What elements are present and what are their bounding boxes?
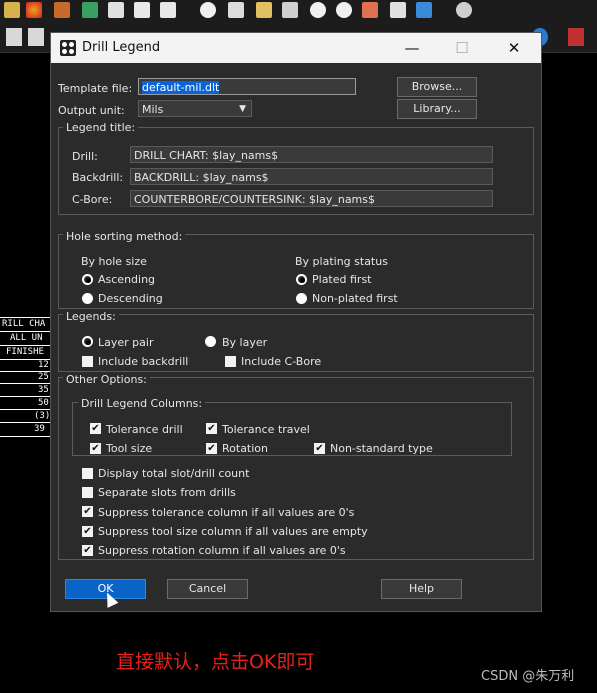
chart-cell: 50 — [38, 398, 49, 408]
ascending-label[interactable]: Ascending — [98, 273, 155, 286]
cancel-button[interactable]: Cancel — [167, 579, 248, 599]
toolbar-icon[interactable] — [26, 2, 42, 18]
toolbar-icon[interactable] — [456, 2, 472, 18]
drill-title-label: Drill: — [72, 150, 98, 163]
toolbar-icon[interactable] — [28, 28, 44, 46]
toolbar-icon[interactable] — [82, 2, 98, 18]
by-layer-label[interactable]: By layer — [222, 336, 267, 349]
by-plating-label: By plating status — [295, 255, 388, 268]
toolbar-icon[interactable] — [200, 2, 216, 18]
suppress-tolerance-checkbox[interactable]: ✔ — [82, 506, 93, 517]
legends-group-label: Legends: — [63, 310, 119, 323]
rotation-checkbox[interactable]: ✔ — [206, 443, 217, 454]
toolbar-icon[interactable] — [416, 2, 432, 18]
nonstandard-type-checkbox[interactable]: ✔ — [314, 443, 325, 454]
plated-first-radio[interactable] — [296, 274, 307, 285]
include-cbore-checkbox[interactable] — [225, 356, 236, 367]
tolerance-drill-label[interactable]: Tolerance drill — [106, 423, 183, 436]
app-toolbar — [0, 0, 597, 22]
tool-size-label[interactable]: Tool size — [106, 442, 152, 455]
legend-title-group-label: Legend title: — [63, 121, 139, 134]
chart-cell: 12 — [38, 360, 49, 370]
tolerance-travel-label[interactable]: Tolerance travel — [222, 423, 310, 436]
include-backdrill-label[interactable]: Include backdrill — [98, 355, 188, 368]
display-total-checkbox[interactable] — [82, 468, 93, 479]
minimize-button[interactable]: — — [389, 33, 435, 63]
template-file-label: Template file: — [58, 82, 133, 95]
chart-cell: 39 — [34, 424, 45, 434]
include-backdrill-checkbox[interactable] — [82, 356, 93, 367]
suppress-tool-size-checkbox[interactable]: ✔ — [82, 526, 93, 537]
chart-cell: 35 — [38, 385, 49, 395]
tool-size-checkbox[interactable]: ✔ — [90, 443, 101, 454]
browse-button[interactable]: Browse... — [397, 77, 477, 97]
toolbar-icon[interactable] — [160, 2, 176, 18]
descending-radio[interactable] — [82, 293, 93, 304]
toolbar-icon[interactable] — [568, 28, 584, 46]
output-unit-label: Output unit: — [58, 104, 125, 117]
backdrill-title-field[interactable]: BACKDRILL: $lay_nams$ — [130, 168, 493, 185]
chart-cell: (3) — [34, 411, 51, 421]
library-button[interactable]: Library... — [397, 99, 477, 119]
toolbar-icon[interactable] — [54, 2, 70, 18]
toolbar-icon[interactable] — [134, 2, 150, 18]
backdrill-title-label: Backdrill: — [72, 171, 124, 184]
other-options-group-label: Other Options: — [63, 373, 150, 386]
chart-cell: 25 — [38, 372, 49, 382]
drill-legend-icon — [60, 40, 76, 56]
chevron-down-icon: ▼ — [239, 104, 246, 114]
output-unit-select[interactable]: Mils ▼ — [138, 100, 252, 117]
ascending-radio[interactable] — [82, 274, 93, 285]
layer-pair-radio[interactable] — [82, 336, 93, 347]
by-layer-radio[interactable] — [205, 336, 216, 347]
include-cbore-label[interactable]: Include C-Bore — [241, 355, 321, 368]
toolbar-icon[interactable] — [228, 2, 244, 18]
nonstandard-type-label[interactable]: Non-standard type — [330, 442, 433, 455]
separate-slots-checkbox[interactable] — [82, 487, 93, 498]
cbore-title-field[interactable]: COUNTERBORE/COUNTERSINK: $lay_nams$ — [130, 190, 493, 207]
nonplated-first-radio[interactable] — [296, 293, 307, 304]
template-file-value: default-mil.dlt — [142, 81, 220, 94]
dialog-title: Drill Legend — [82, 40, 161, 55]
instruction-caption: 直接默认，点击OK即可 — [116, 651, 315, 673]
chart-cell: FINISHE — [6, 347, 44, 357]
hole-sorting-group-label: Hole sorting method: — [63, 230, 186, 243]
suppress-tool-size-label[interactable]: Suppress tool size column if all values … — [98, 525, 368, 538]
toolbar-icon[interactable] — [282, 2, 298, 18]
display-total-label[interactable]: Display total slot/drill count — [98, 467, 249, 480]
toolbar-icon[interactable] — [390, 2, 406, 18]
by-hole-size-label: By hole size — [81, 255, 147, 268]
template-file-field[interactable]: default-mil.dlt — [138, 78, 356, 95]
suppress-tolerance-label[interactable]: Suppress tolerance column if all values … — [98, 506, 354, 519]
toolbar-icon[interactable] — [6, 28, 22, 46]
dialog-titlebar[interactable]: Drill Legend — ☐ ✕ — [51, 33, 541, 63]
toolbar-icon[interactable] — [108, 2, 124, 18]
drill-legend-dialog: Drill Legend — ☐ ✕ Template file: defaul… — [51, 33, 541, 611]
descending-label[interactable]: Descending — [98, 292, 163, 305]
tolerance-drill-checkbox[interactable]: ✔ — [90, 423, 101, 434]
tolerance-travel-checkbox[interactable]: ✔ — [206, 423, 217, 434]
rotation-label[interactable]: Rotation — [222, 442, 268, 455]
nonplated-first-label[interactable]: Non-plated first — [312, 292, 398, 305]
suppress-rotation-label[interactable]: Suppress rotation column if all values a… — [98, 544, 346, 557]
drill-legend-columns-label: Drill Legend Columns: — [78, 397, 206, 410]
toolbar-icon[interactable] — [336, 2, 352, 18]
plated-first-label[interactable]: Plated first — [312, 273, 372, 286]
chart-cell: ALL UN — [10, 333, 43, 343]
separate-slots-label[interactable]: Separate slots from drills — [98, 486, 236, 499]
cbore-title-label: C-Bore: — [72, 193, 113, 206]
maximize-button[interactable]: ☐ — [439, 33, 485, 63]
watermark: CSDN @朱万利 — [481, 669, 575, 684]
help-button[interactable]: Help — [381, 579, 462, 599]
toolbar-icon[interactable] — [310, 2, 326, 18]
drill-title-field[interactable]: DRILL CHART: $lay_nams$ — [130, 146, 493, 163]
toolbar-icon[interactable] — [362, 2, 378, 18]
close-button[interactable]: ✕ — [491, 33, 537, 63]
toolbar-icon[interactable] — [4, 2, 20, 18]
suppress-rotation-checkbox[interactable]: ✔ — [82, 545, 93, 556]
toolbar-icon[interactable] — [256, 2, 272, 18]
layer-pair-label[interactable]: Layer pair — [98, 336, 153, 349]
output-unit-value: Mils — [142, 103, 164, 116]
chart-cell: RILL CHA — [2, 319, 46, 329]
